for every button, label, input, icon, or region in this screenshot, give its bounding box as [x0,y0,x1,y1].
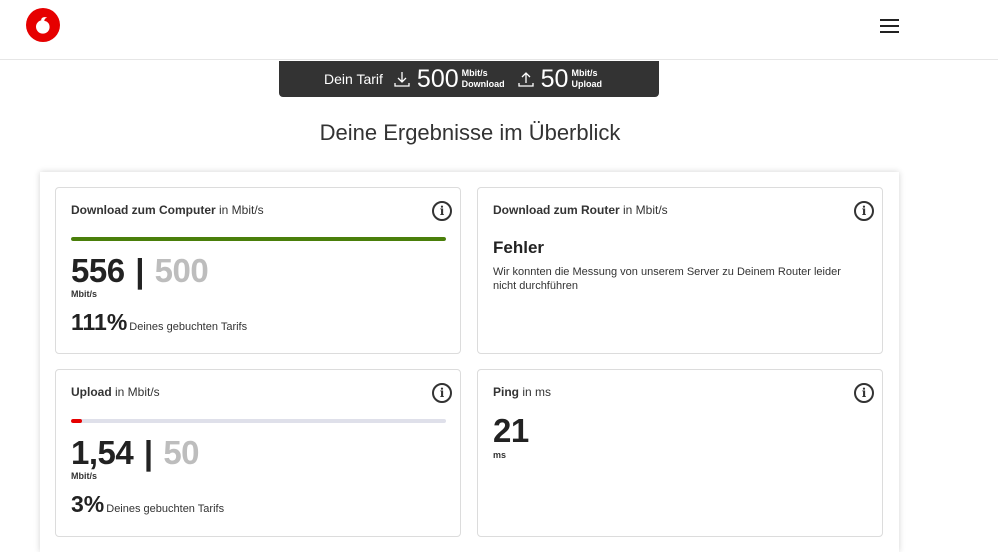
tariff-upload-word: Upload [571,79,602,89]
card-title-unit: in Mbit/s [619,203,668,217]
card-title-bold: Ping [493,385,519,399]
card-download-computer: Download zum Computer in Mbit/s i 556 | … [55,187,461,354]
result-unit: Mbit/s [71,471,97,481]
card-upload: Upload in Mbit/s i 1,54 | 50 Mbit/s 3% De… [55,369,461,537]
tariff-download-word: Download [461,79,505,89]
card-title: Download zum Computer in Mbit/s [71,203,264,217]
site-header [0,0,998,60]
value-separator: | [135,252,144,289]
result-unit: Mbit/s [71,289,97,299]
progress-fill [71,419,83,423]
tariff-upload-unit: Mbit/s Upload [571,68,602,90]
error-text: Wir konnten die Messung von unserem Serv… [493,266,841,292]
percent-label: Deines gebuchten Tarifs [106,503,225,515]
tariff-upload-unit-text: Mbit/s [571,68,598,78]
progress-fill [71,237,446,241]
tariff-label: Dein Tarif [324,71,383,87]
percent-value: 3% [71,491,105,517]
info-icon[interactable]: i [432,201,452,221]
percent-row: 111% Deines gebuchten Tarifs [71,309,247,336]
progress-track [71,237,446,241]
card-title: Upload in Mbit/s [71,385,160,399]
info-icon[interactable]: i [854,201,874,221]
card-ping: Ping in ms i 21 ms [477,369,883,537]
target-value: 50 [163,434,200,471]
percent-label: Deines gebuchten Tarifs [129,321,248,333]
card-title: Ping in ms [493,385,551,399]
measured-value: 1,54 [71,434,134,471]
target-value: 500 [154,252,209,289]
vodafone-logo-icon[interactable] [26,8,60,42]
card-title-unit: in Mbit/s [111,385,160,399]
error-title: Fehler [493,238,545,257]
card-title: Download zum Router in Mbit/s [493,203,668,217]
value-separator: | [143,434,153,471]
ping-value: 21 [493,412,529,449]
measured-value: 556 [71,252,125,289]
tariff-download-unit-text: Mbit/s [461,68,488,78]
progress-track [71,419,446,423]
download-arrow-icon [394,72,410,87]
tariff-bar: Dein Tarif 500 Mbit/s Download 50 Mbit/s… [279,61,659,97]
card-title-unit: in Mbit/s [215,203,264,217]
tariff-upload-value: 50 [540,64,569,93]
info-icon[interactable]: i [432,383,452,403]
card-title-bold: Download zum Computer [71,203,216,217]
result-value: 1,54 | 50 [71,434,200,472]
info-icon[interactable]: i [854,383,874,403]
results-container: Download zum Computer in Mbit/s i 556 | … [40,172,899,552]
card-title-unit: in ms [519,385,552,399]
card-title-bold: Upload [71,385,112,399]
card-title-bold: Download zum Router [493,203,620,217]
ping-unit: ms [493,450,507,460]
card-download-router: Download zum Router in Mbit/s i Fehler W… [477,187,883,354]
tariff-download-unit: Mbit/s Download [462,68,505,90]
upload-arrow-icon [517,72,534,87]
percent-row: 3% Deines gebuchten Tarifs [71,491,224,518]
tariff-download-value: 500 [416,64,459,93]
percent-value: 111% [71,309,128,335]
page-title: Deine Ergebnisse im Überblick [319,120,621,145]
result-value: 556 | 500 [71,252,209,290]
hamburger-menu-icon[interactable] [880,16,904,36]
